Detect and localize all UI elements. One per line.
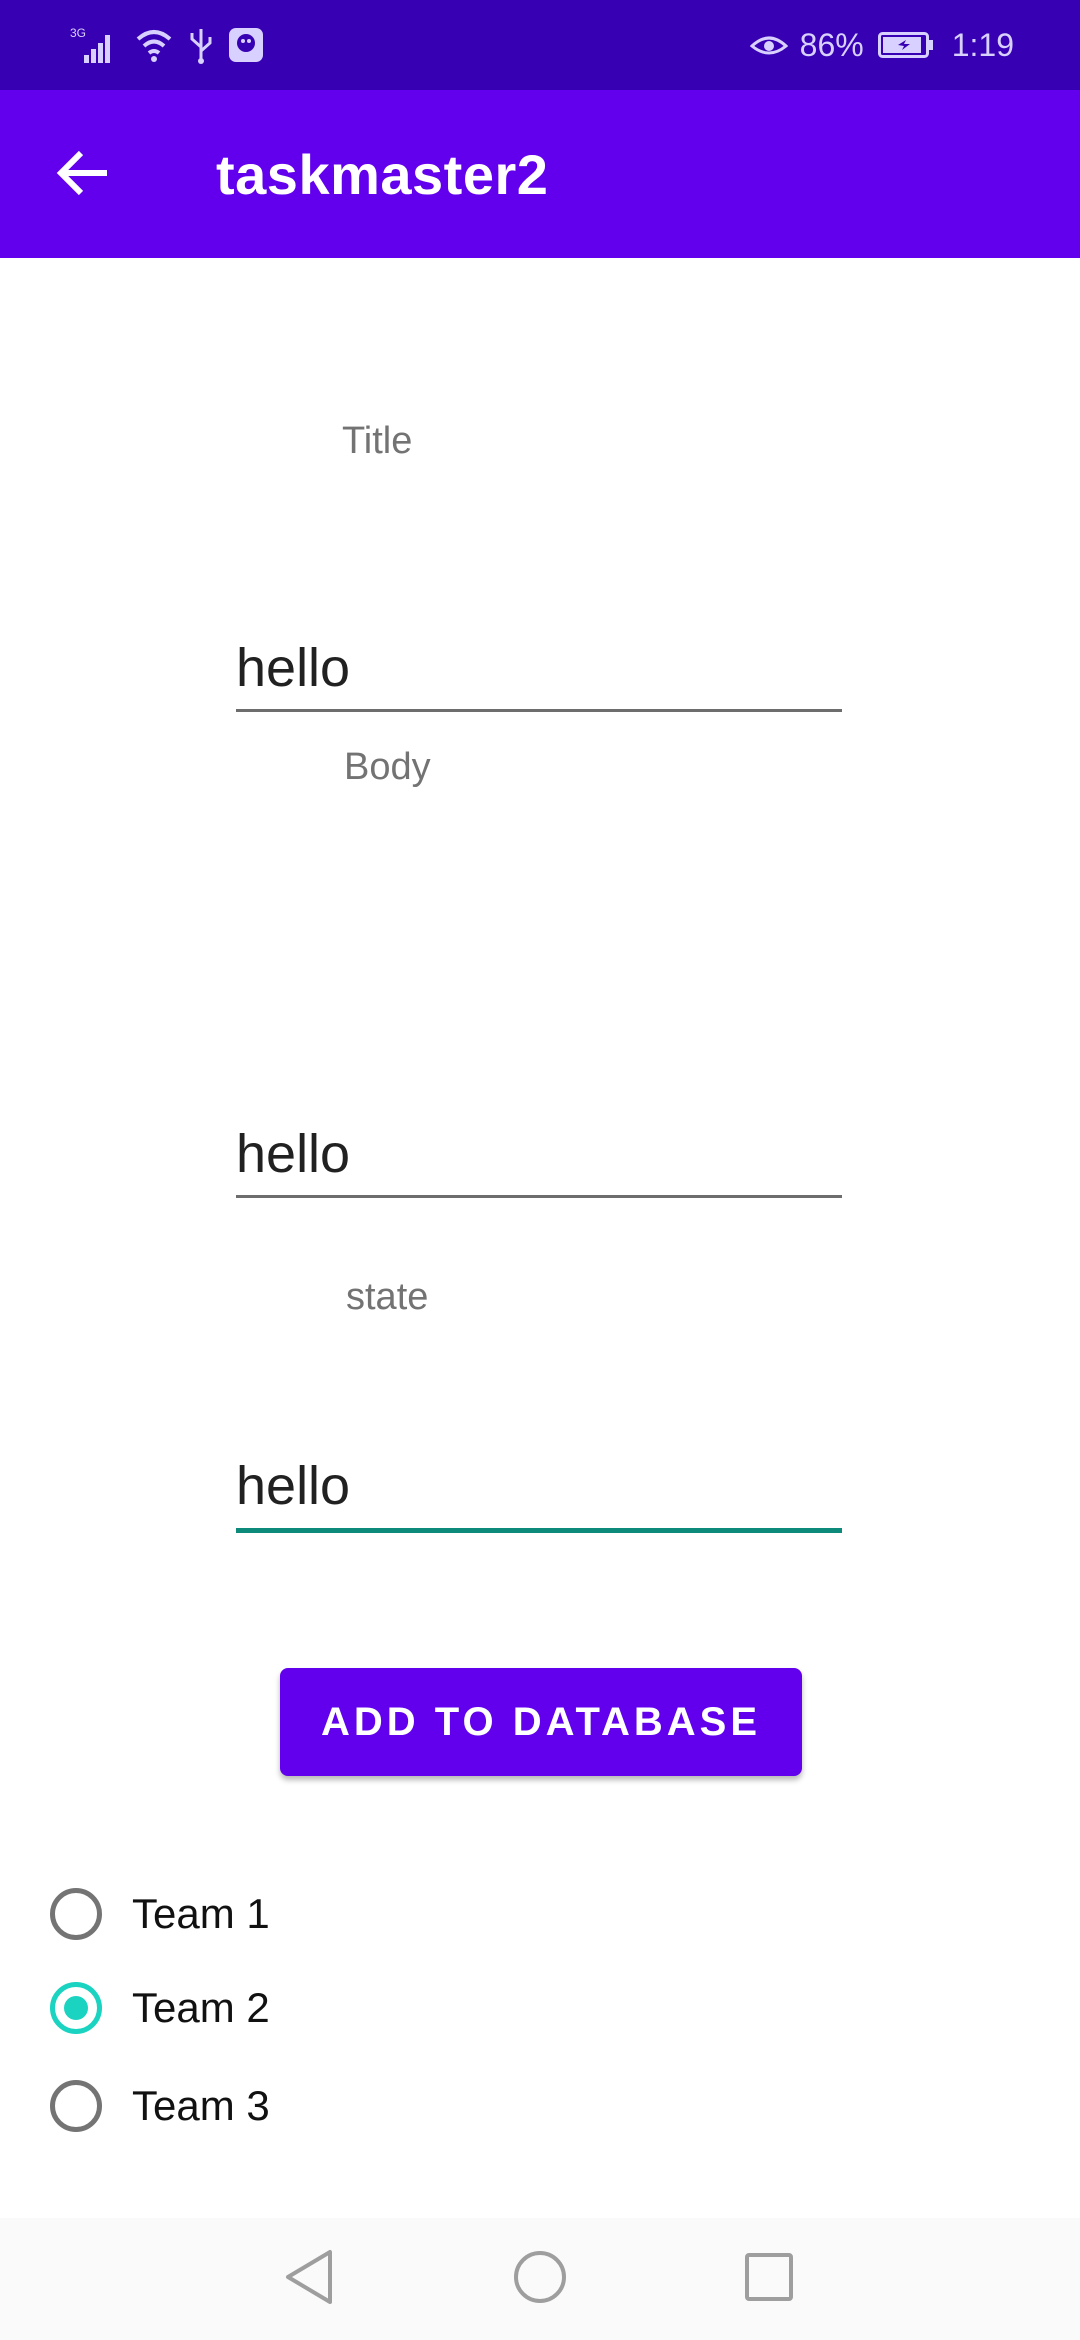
battery-percent: 86% bbox=[799, 26, 864, 63]
title-label: Title bbox=[342, 420, 413, 462]
triangle-back-icon bbox=[282, 2248, 336, 2311]
state-label: state bbox=[346, 1276, 429, 1318]
body-input-underline bbox=[236, 1195, 842, 1198]
app-bar: taskmaster2 bbox=[0, 90, 1080, 258]
radio-button[interactable] bbox=[50, 2080, 102, 2132]
page-title: taskmaster2 bbox=[216, 143, 549, 206]
radio-label: Team 2 bbox=[132, 1984, 270, 2031]
arrow-left-icon bbox=[55, 149, 111, 202]
radio-team-2[interactable]: Team 2 bbox=[50, 1968, 270, 2048]
status-left-icons: 3G bbox=[70, 22, 264, 68]
radio-label: Team 3 bbox=[132, 2082, 270, 2129]
square-recents-icon bbox=[743, 2251, 795, 2308]
nav-back-button[interactable] bbox=[276, 2246, 342, 2312]
status-right: 86% 1:19 bbox=[749, 22, 1014, 68]
add-to-database-button[interactable]: ADD TO DATABASE bbox=[280, 1668, 802, 1776]
nav-home-button[interactable] bbox=[507, 2246, 573, 2312]
eye-comfort-icon bbox=[749, 30, 788, 60]
back-button[interactable] bbox=[38, 140, 128, 210]
status-bar: 3G 86% 1:19 bbox=[0, 0, 1080, 90]
radio-label: Team 1 bbox=[132, 1890, 270, 1937]
state-input-underline bbox=[236, 1528, 842, 1533]
body-label: Body bbox=[344, 746, 431, 788]
app-notification-icon bbox=[228, 27, 264, 63]
signal-icon: 3G bbox=[70, 25, 120, 65]
title-input-underline bbox=[236, 709, 842, 712]
radio-button-selected[interactable] bbox=[50, 1982, 102, 2034]
navigation-bar bbox=[0, 2218, 1080, 2340]
usb-icon bbox=[188, 25, 214, 65]
wifi-icon bbox=[134, 25, 174, 65]
battery-charging-icon bbox=[877, 31, 934, 59]
radio-team-3[interactable]: Team 3 bbox=[50, 2066, 270, 2146]
state-input[interactable] bbox=[236, 1446, 842, 1534]
screen: 3G 86% 1:19 taskmaster2 Title hello Body… bbox=[0, 0, 1080, 2340]
body-input[interactable] bbox=[236, 1114, 842, 1202]
title-input[interactable] bbox=[236, 628, 842, 716]
radio-button[interactable] bbox=[50, 1888, 102, 1940]
svg-text:3G: 3G bbox=[70, 26, 86, 40]
nav-recents-button[interactable] bbox=[736, 2246, 802, 2312]
radio-team-1[interactable]: Team 1 bbox=[50, 1874, 270, 1954]
circle-home-icon bbox=[512, 2249, 568, 2310]
clock: 1:19 bbox=[951, 26, 1014, 63]
